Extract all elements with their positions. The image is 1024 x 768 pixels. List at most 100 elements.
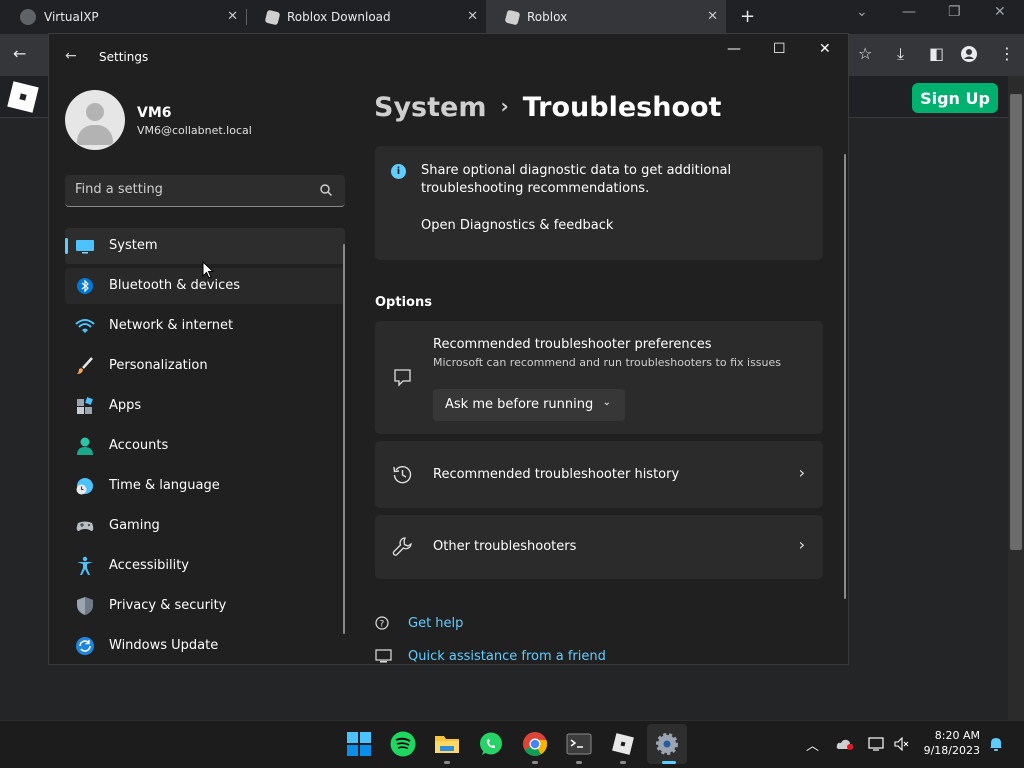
clock-time: 8:20 AM [934, 729, 980, 742]
update-icon [76, 637, 94, 655]
close-tab-icon[interactable]: ✕ [227, 9, 238, 24]
minimize-icon[interactable]: — [902, 4, 916, 20]
sidebar-item-system[interactable]: System [65, 228, 345, 264]
tab-title: VirtualXP [44, 10, 99, 24]
sidebar-item-label: Network & internet [109, 318, 234, 333]
tab-roblox[interactable]: Roblox ✕ [486, 0, 726, 34]
sidebar-item-label: Windows Update [109, 638, 219, 653]
troubleshooter-history-card[interactable]: Recommended troubleshooter history › [375, 441, 823, 508]
network-icon[interactable] [868, 736, 886, 752]
back-arrow-icon[interactable]: ← [65, 48, 77, 64]
diagnostics-card: i Share optional diagnostic data to get … [375, 146, 823, 260]
settings-gear-icon[interactable] [654, 731, 680, 757]
roblox-favicon-icon [264, 9, 281, 25]
tab-virtualxp[interactable]: VirtualXP ✕ [0, 0, 246, 34]
search-icon[interactable] [319, 183, 333, 197]
close-icon[interactable]: ✕ [819, 41, 831, 57]
user-name: VM6 [137, 105, 172, 121]
sign-up-button[interactable]: Sign Up [912, 83, 998, 113]
wrench-icon [392, 537, 412, 556]
mouse-cursor-icon [202, 261, 214, 279]
history-icon [393, 466, 412, 484]
bookmark-star-icon[interactable]: ☆ [858, 44, 872, 63]
person-icon [77, 437, 93, 455]
chrome-icon[interactable] [522, 731, 548, 757]
search-input[interactable] [75, 182, 305, 197]
sidebar-item-windows-update[interactable]: Windows Update [65, 628, 345, 664]
globe-clock-icon [76, 478, 93, 495]
chevron-up-icon[interactable]: ︿ [806, 735, 819, 754]
page-scrollbar-thumb[interactable] [1010, 94, 1022, 550]
close-tab-icon[interactable]: ✕ [707, 9, 718, 24]
sidebar-item-time-language[interactable]: Time & language [65, 468, 345, 504]
sidebar-item-label: Privacy & security [109, 598, 227, 613]
windows-start-icon[interactable] [346, 731, 372, 757]
side-panel-icon[interactable]: ◧ [929, 44, 944, 63]
avatar[interactable] [65, 90, 125, 150]
window-title: Settings [99, 50, 149, 64]
browser-tab-bar: VirtualXP ✕ Roblox Download ✕ Roblox ✕ +… [0, 0, 1024, 34]
quick-assist-icon [375, 649, 392, 663]
sidebar-item-gaming[interactable]: Gaming [65, 508, 345, 544]
preferences-card: Recommended troubleshooter preferences M… [375, 321, 823, 434]
sidebar-item-accounts[interactable]: Accounts [65, 428, 345, 464]
nav-scrollbar[interactable] [343, 244, 345, 634]
apps-icon [77, 397, 93, 414]
tab-roblox-download[interactable]: Roblox Download ✕ [246, 0, 486, 34]
search-box[interactable] [65, 175, 345, 207]
tab-title: Roblox [527, 10, 568, 24]
file-explorer-icon[interactable] [434, 731, 460, 757]
bluetooth-icon [77, 278, 93, 294]
sidebar-item-accessibility[interactable]: Accessibility [65, 548, 345, 584]
roblox-app-icon[interactable] [610, 731, 636, 757]
running-indicator [620, 761, 626, 764]
sidebar-item-label: Bluetooth & devices [109, 278, 240, 293]
restore-icon[interactable]: ❐ [948, 4, 961, 20]
running-indicator [532, 761, 538, 764]
gamepad-icon [76, 521, 94, 531]
spotify-icon[interactable] [390, 731, 416, 757]
get-help-link[interactable]: Get help [408, 616, 463, 631]
settings-window: ← Settings — ☐ ✕ VM6 VM6@collabnet.local… [48, 33, 849, 665]
back-icon[interactable]: ← [13, 44, 26, 63]
breadcrumb-parent[interactable]: System [374, 92, 486, 123]
terminal-icon[interactable] [566, 731, 592, 757]
sidebar-item-privacy[interactable]: Privacy & security [65, 588, 345, 624]
maximize-icon[interactable]: ☐ [773, 41, 786, 57]
close-tab-icon[interactable]: ✕ [467, 9, 478, 24]
profile-icon[interactable] [961, 46, 977, 62]
close-window-icon[interactable]: ✕ [994, 4, 1006, 20]
whatsapp-icon[interactable] [478, 731, 504, 757]
onedrive-icon[interactable] [836, 737, 854, 751]
quick-assist-link[interactable]: Quick assistance from a friend [408, 649, 606, 664]
svg-text:?: ? [380, 620, 385, 630]
settings-nav: System Bluetooth & devices Network & int… [65, 228, 345, 664]
content-scrollbar[interactable] [844, 154, 846, 599]
chat-bubble-icon [394, 369, 411, 387]
sidebar-item-network[interactable]: Network & internet [65, 308, 345, 344]
tab-search-icon[interactable]: ⌄ [856, 4, 868, 20]
system-clock[interactable]: 8:20 AM 9/18/2023 [918, 728, 980, 758]
sidebar-item-personalization[interactable]: Personalization [65, 348, 345, 384]
wifi-icon [75, 319, 95, 333]
troubleshooter-preference-dropdown[interactable]: Ask me before running ⌄ [433, 389, 625, 421]
chevron-right-icon: › [798, 535, 805, 554]
chevron-down-icon: ⌄ [602, 397, 611, 408]
volume-muted-icon[interactable] [894, 737, 910, 751]
preferences-title: Recommended troubleshooter preferences [433, 337, 712, 352]
monitor-icon [76, 240, 94, 254]
open-diagnostics-link[interactable]: Open Diagnostics & feedback [421, 218, 613, 233]
globe-icon [20, 9, 36, 25]
info-icon: i [391, 164, 406, 179]
more-menu-icon[interactable]: ⋮ [999, 44, 1015, 63]
new-tab-button[interactable]: + [740, 6, 755, 27]
diagnostics-text-line2: troubleshooting recommendations. [421, 181, 650, 196]
breadcrumb: System › Troubleshoot [374, 92, 721, 123]
other-troubleshooters-card[interactable]: Other troubleshooters › [375, 515, 823, 579]
user-email: VM6@collabnet.local [137, 124, 252, 137]
minimize-icon[interactable]: — [727, 41, 741, 57]
notification-bell-icon[interactable] [988, 736, 1004, 752]
sidebar-item-apps[interactable]: Apps [65, 388, 345, 424]
download-icon[interactable]: ⤓ [897, 44, 904, 64]
avatar-body [77, 125, 113, 145]
